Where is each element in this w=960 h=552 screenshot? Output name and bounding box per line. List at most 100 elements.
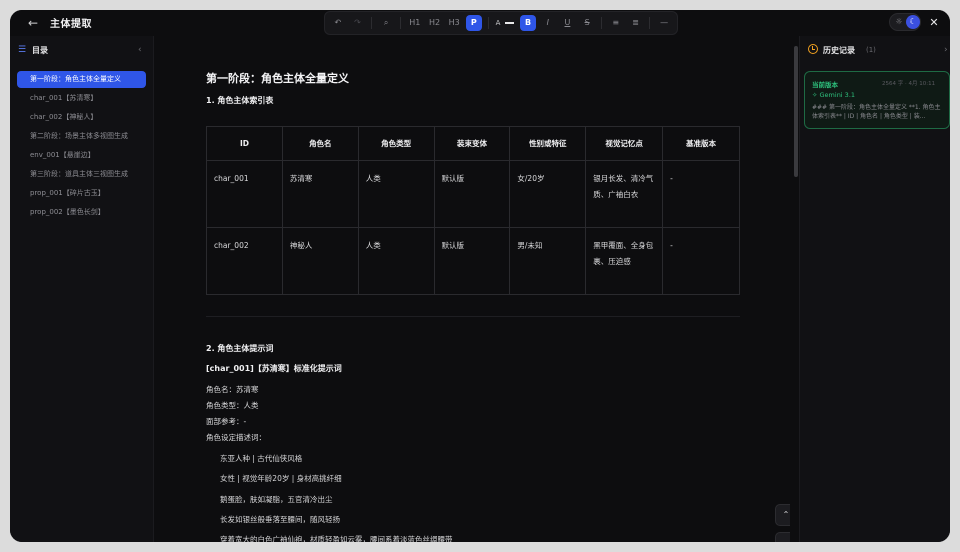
table-cell: 默认版 [433,227,511,295]
toolbar-divider [371,17,373,29]
heading3-button[interactable]: H3 [446,15,462,31]
sparkle-icon: ✧ [812,91,820,99]
table-cell: 人类 [357,227,435,295]
toolbar-divider [400,17,401,29]
bold-button[interactable]: B [520,15,536,31]
description-line: 鹅蛋脸，肤如凝脂，五官清冷出尘 [220,495,333,504]
close-icon[interactable]: ✕ [926,15,942,31]
search-icon[interactable]: ⌕ [378,15,394,31]
table-cell: 苏清寒 [281,160,359,228]
table-cell: - [662,160,740,228]
table-row: char_002 神秘人 人类 默认版 男/未知 黑甲覆面、全身包裹、压迫感 - [206,227,740,295]
description-line: 女性 | 视觉年龄20岁 | 身材高挑纤细 [220,474,342,483]
section-heading: 1. 角色主体索引表 [206,96,274,105]
outline-item[interactable]: 第二阶段：场景主体多视图生成 [17,128,146,145]
collapse-sidebar-icon[interactable]: ‹ [138,44,142,56]
italic-button[interactable]: I [540,15,556,31]
text-color-button[interactable]: A [496,15,516,31]
text-color-icon: A [495,19,501,27]
outline-item[interactable]: 第一阶段：角色主体全量定义 [17,71,146,88]
text-line: 角色名：苏清寒 [206,385,259,394]
horizontal-rule-icon[interactable]: — [656,15,672,31]
document-heading: 第一阶段：角色主体全量定义 [206,72,349,85]
app-window: ← 主体提取 ↶ ↷ ⌕ H1 H2 H3 P A B I U S ≡ ≣ — … [10,10,950,542]
toolbar-divider [600,17,602,29]
text-line: 角色类型：人类 [206,401,259,410]
table-cell: - [662,227,740,295]
history-version-card[interactable]: 当前版本 2564 字 · 4月 10:11 ✧ Gemini 3.1 ### … [804,71,950,129]
sidebar-title: 目录 [32,46,48,55]
heading2-button[interactable]: H2 [427,15,443,31]
table-cell: char_001 [206,160,283,228]
heading1-button[interactable]: H1 [407,15,423,31]
outline-item[interactable]: char_002【神秘人】 [17,109,146,126]
expand-history-icon[interactable]: › [944,44,948,56]
theme-toggle[interactable]: ☼ ☾ [889,13,921,31]
prompt-title: [char_001]【苏清寒】标准化提示词 [206,364,342,373]
outline-item[interactable]: prop_002【墨色长剑】 [17,204,146,221]
bullet-list-icon[interactable]: ≡ [608,15,624,31]
outline-item[interactable]: env_001【悬崖边】 [17,147,146,164]
scrollbar-thumb[interactable] [794,46,798,177]
description-line: 穿着宽大的白色广袖仙袍，材质轻盈如云雾，腰间系着淡蓝色丝绸腰带 [220,535,453,542]
list-icon: ☰ [18,45,27,55]
ordered-list-icon[interactable]: ≣ [628,15,644,31]
text-line: 角色设定描述词： [206,433,266,442]
sun-icon: ☼ [895,17,903,26]
version-preview: ### 第一阶段：角色主体全量定义 **1. 角色主体索引表** | ID | … [812,104,941,120]
table-cell: 黑甲覆面、全身包裹、压迫感 [585,227,664,295]
format-toolbar: ↶ ↷ ⌕ H1 H2 H3 P A B I U S ≡ ≣ — [324,11,678,35]
table-cell: 男/未知 [509,227,587,295]
table-header: 装束变体 [433,126,511,161]
document-editor[interactable]: 第一阶段：角色主体全量定义 1. 角色主体索引表 ID 角色名 角色类型 装束变… [155,36,790,542]
outline-item[interactable]: prop_001【碎片古玉】 [17,185,146,202]
scroll-up-button[interactable]: ⌃ [775,504,790,526]
history-header: 历史记录 (1) › [808,44,948,58]
description-line: 东亚人种 | 古代仙侠风格 [220,454,303,463]
paragraph-button[interactable]: P [466,15,482,31]
sidebar-header: ☰ 目录 ‹ [18,44,146,58]
table-header: 视觉记忆点 [585,126,664,161]
table-row: char_001 苏清寒 人类 默认版 女/20岁 银月长发、清冷气质、广袖白衣… [206,160,740,228]
version-meta: 2564 字 · 4月 10:11 [882,81,936,87]
clock-icon [808,44,818,54]
strikethrough-button[interactable]: S [579,15,595,31]
table-header-row: ID 角色名 角色类型 装束变体 性别或特征 视觉记忆点 基准版本 [206,126,740,161]
text-line: 面部参考：- [206,417,247,426]
outline-item[interactable]: 第三阶段：道具主体三视图生成 [17,166,146,183]
moon-icon: ☾ [906,15,920,29]
table-header: 角色类型 [357,126,435,161]
table-header: 性别或特征 [509,126,587,161]
section-divider [206,316,740,317]
outline-sidebar: ☰ 目录 ‹ 第一阶段：角色主体全量定义 char_001【苏清寒】 char_… [10,36,154,542]
table-header: ID [206,126,283,161]
underline-button[interactable]: U [560,15,576,31]
top-bar: ← 主体提取 ↶ ↷ ⌕ H1 H2 H3 P A B I U S ≡ ≣ — … [10,10,950,36]
back-arrow-icon[interactable]: ← [24,14,42,32]
toolbar-divider [649,17,651,29]
outline-item[interactable]: char_001【苏清寒】 [17,90,146,107]
table-cell: 默认版 [433,160,511,228]
table-cell: 人类 [357,160,435,228]
model-name: ✧ Gemini 3.1 [812,91,855,99]
character-index-table: ID 角色名 角色类型 装束变体 性别或特征 视觉记忆点 基准版本 char_0… [206,126,740,295]
history-panel: 历史记录 (1) › 当前版本 2564 字 · 4月 10:11 ✧ Gemi… [799,36,950,542]
model-label: Gemini 3.1 [819,91,856,99]
section-heading: 2. 角色主体提示词 [206,344,274,353]
table-cell: 神秘人 [281,227,359,295]
scroll-down-button[interactable]: ⌄ [775,532,790,542]
text-color-swatch [504,22,514,24]
app-title: 主体提取 [50,19,92,30]
version-label: 当前版本 [812,81,838,89]
table-cell: 银月长发、清冷气质、广袖白衣 [585,160,664,228]
history-count: (1) [866,46,876,54]
history-title: 历史记录 [823,46,855,55]
toolbar-divider [487,17,489,29]
undo-icon[interactable]: ↶ [330,15,346,31]
redo-icon[interactable]: ↷ [350,15,366,31]
table-header: 角色名 [281,126,359,161]
table-cell: 女/20岁 [509,160,587,228]
table-cell: char_002 [206,227,283,295]
outline-list: 第一阶段：角色主体全量定义 char_001【苏清寒】 char_002【神秘人… [17,71,146,223]
description-line: 长发如银丝般垂落至腰间，随风轻扬 [220,515,340,524]
